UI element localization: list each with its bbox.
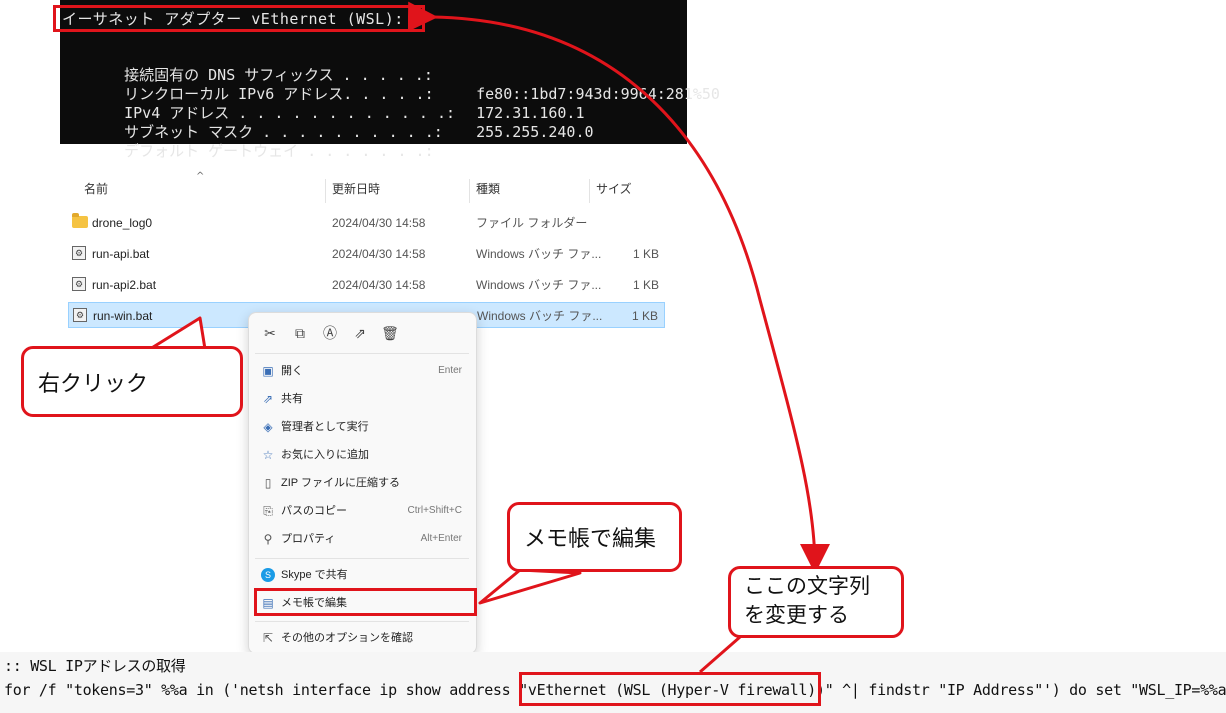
- callout-edit-notepad: メモ帳で編集: [507, 502, 682, 572]
- callout-change-string: ここの文字列 を変更する: [728, 566, 904, 638]
- callout-edit-notepad-text: メモ帳で編集: [524, 527, 657, 552]
- notepad-callout-tail: [478, 568, 582, 605]
- right-click-tail: [148, 316, 207, 351]
- callout-right-click: 右クリック: [21, 346, 243, 417]
- callout-change-string-text: ここの文字列 を変更する: [744, 574, 870, 627]
- callout-right-click-text: 右クリック: [38, 372, 149, 397]
